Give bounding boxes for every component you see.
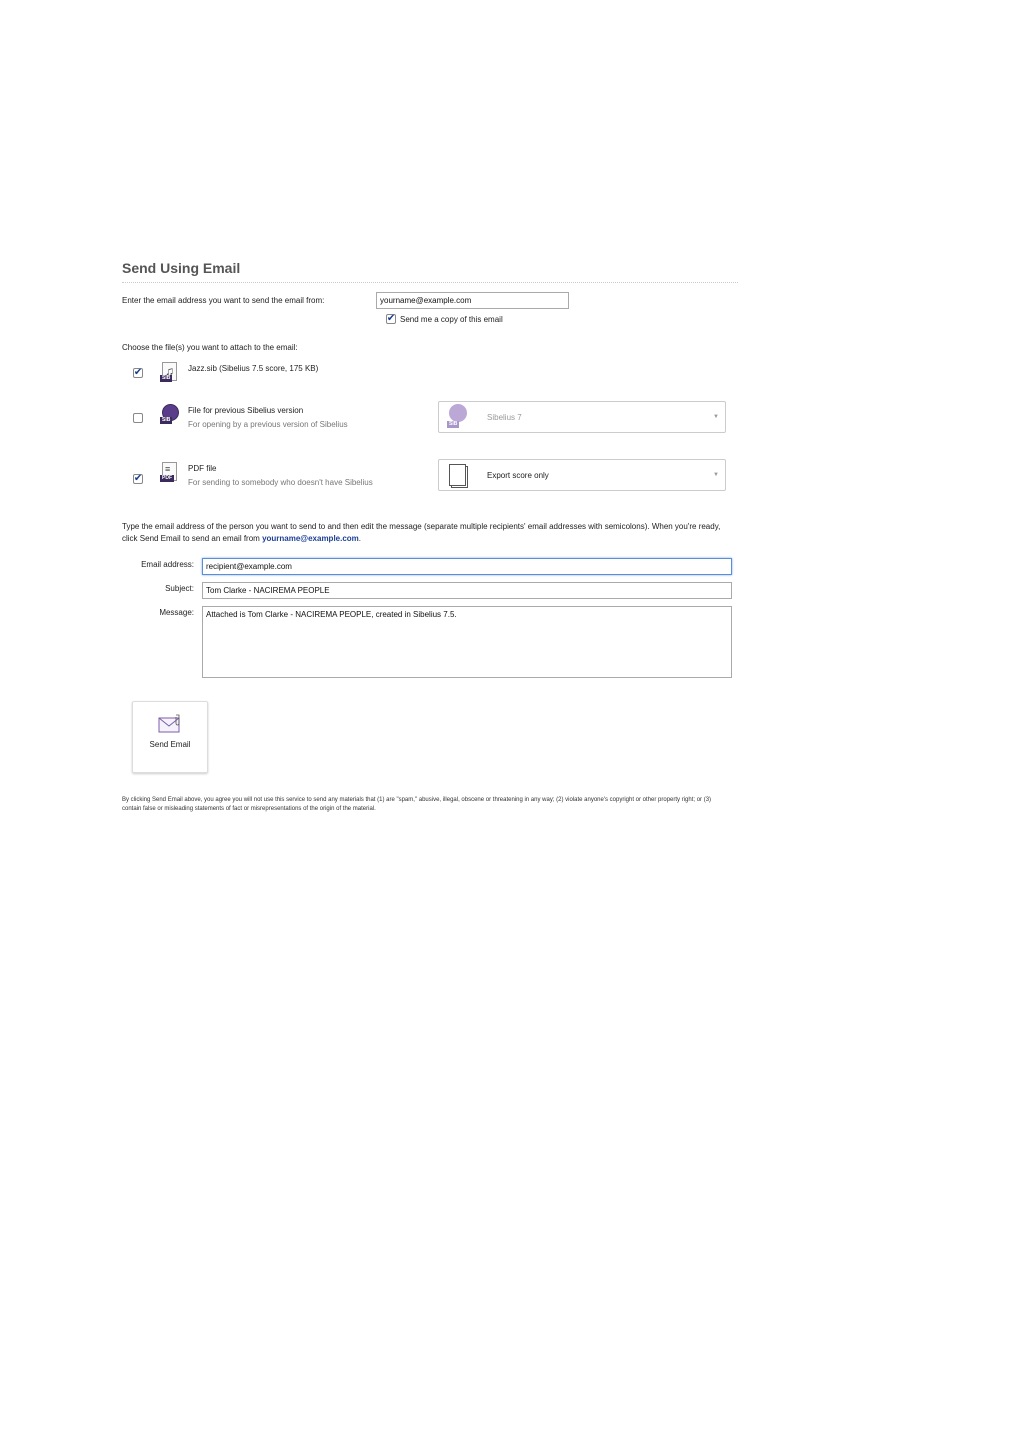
from-row: Enter the email address you want to send…: [122, 292, 569, 309]
legal-disclaimer: By clicking Send Email above, you agree …: [122, 797, 712, 812]
instructions-text: Type the email address of the person you…: [122, 522, 721, 543]
sib-version-icon: SIB: [447, 404, 473, 430]
send-using-email-panel: Send Using Email Enter the email address…: [122, 258, 738, 812]
email-address-label: Email address:: [141, 560, 194, 569]
sibelius-version-value: Sibelius 7: [487, 412, 522, 422]
copy-row: ✔ Send me a copy of this email: [386, 314, 503, 324]
file-title-pdf: PDF file: [188, 464, 217, 473]
title-divider: [122, 282, 738, 283]
pdf-file-icon: ≡ PDF: [160, 462, 188, 488]
envelope-icon: [158, 714, 182, 734]
sib-score-icon: ♫ SIB: [160, 362, 188, 388]
pdf-export-value: Export score only: [487, 470, 549, 480]
sib-previous-version-icon: SIB: [160, 404, 188, 430]
subject-row: Subject:: [122, 582, 732, 599]
file-checkbox-jazz[interactable]: ✔: [133, 368, 143, 378]
from-address-link: yourname@example.com: [262, 534, 359, 543]
pages-icon: [447, 462, 473, 488]
page-title: Send Using Email: [122, 260, 241, 276]
choose-files-label: Choose the file(s) you want to attach to…: [122, 343, 298, 352]
send-copy-label: Send me a copy of this email: [400, 314, 503, 324]
email-address-row: Email address:: [122, 558, 732, 575]
file-checkbox-previous-version[interactable]: [133, 413, 143, 423]
file-title-jazz: Jazz.sib (Sibelius 7.5 score, 175 KB): [188, 364, 319, 373]
chevron-down-icon: ▼: [713, 414, 719, 420]
from-label: Enter the email address you want to send…: [122, 296, 325, 305]
message-label: Message:: [159, 608, 194, 617]
file-checkbox-pdf[interactable]: ✔: [133, 474, 143, 484]
file-title-previous-version: File for previous Sibelius version: [188, 406, 304, 415]
from-email-input[interactable]: [376, 292, 569, 309]
send-copy-checkbox[interactable]: ✔: [386, 314, 396, 324]
subject-label: Subject:: [165, 584, 194, 593]
file-row-previous-version: SIB File for previous Sibelius version F…: [122, 404, 348, 432]
message-textarea[interactable]: Attached is Tom Clarke - NACIREMA PEOPLE…: [202, 606, 732, 678]
file-row-pdf: ✔ ≡ PDF PDF file For sending to somebody…: [122, 462, 373, 490]
send-email-label: Send Email: [149, 740, 191, 749]
sibelius-version-dropdown[interactable]: SIB Sibelius 7 ▼: [438, 401, 726, 433]
file-subtitle-pdf: For sending to somebody who doesn't have…: [188, 478, 373, 487]
send-email-button[interactable]: Send Email: [132, 701, 208, 773]
recipient-email-input[interactable]: [202, 558, 732, 575]
chevron-down-icon: ▼: [713, 472, 719, 478]
message-row: Message: Attached is Tom Clarke - NACIRE…: [122, 606, 732, 678]
file-subtitle-previous-version: For opening by a previous version of Sib…: [188, 420, 348, 429]
pdf-export-dropdown[interactable]: Export score only ▼: [438, 459, 726, 491]
subject-input[interactable]: [202, 582, 732, 599]
file-row-jazz: ✔ ♫ SIB Jazz.sib (Sibelius 7.5 score, 17…: [122, 362, 318, 388]
